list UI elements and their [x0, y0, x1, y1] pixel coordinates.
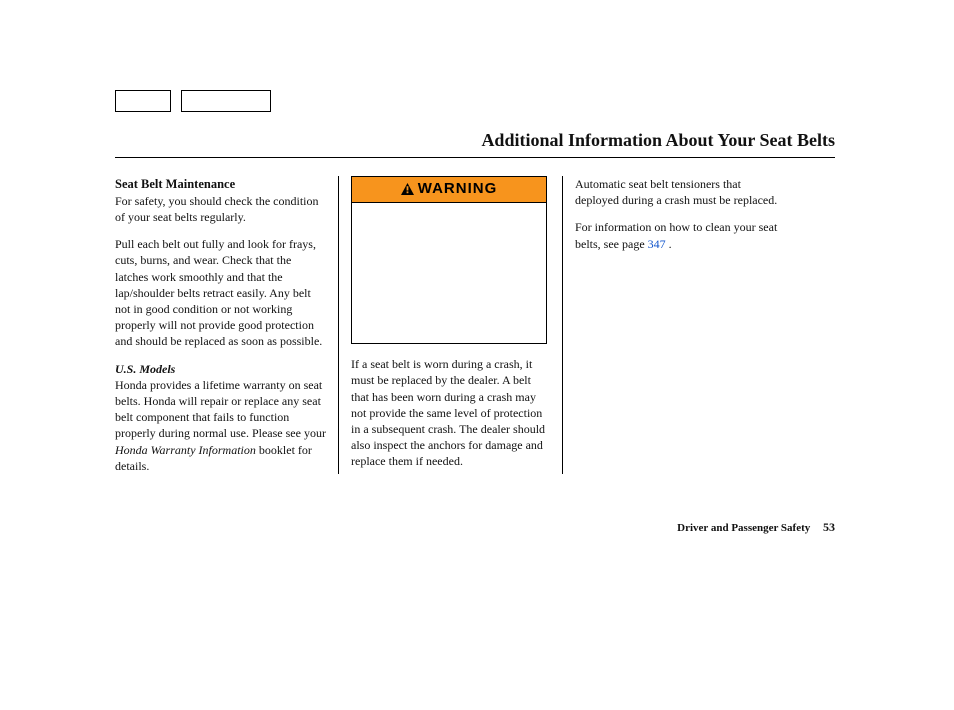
column-3: Automatic seat belt tensioners that depl…: [563, 176, 787, 474]
body-text: For safety, you should check the conditi…: [115, 194, 319, 224]
column-2: WARNING If a seat belt is worn during a …: [339, 176, 563, 474]
warning-label: WARNING: [418, 179, 498, 199]
warning-box: WARNING: [351, 176, 547, 344]
italic-title: Honda Warranty Information: [115, 443, 256, 457]
body-text: Automatic seat belt tensioners that depl…: [575, 176, 787, 208]
section-name: Driver and Passenger Safety: [677, 522, 810, 534]
nav-box-prev[interactable]: [115, 90, 171, 112]
nav-box-row: [115, 90, 835, 112]
nav-box-next[interactable]: [181, 90, 271, 112]
body-text: Pull each belt out fully and look for fr…: [115, 236, 326, 349]
body-text: If a seat belt is worn during a crash, i…: [351, 356, 550, 469]
warning-header: WARNING: [352, 177, 546, 203]
body-text: For information on how to clean your sea…: [575, 219, 787, 251]
page-number: 53: [823, 520, 835, 534]
warning-body: [352, 203, 546, 343]
page-link[interactable]: 347: [648, 237, 666, 251]
page-title: Additional Information About Your Seat B…: [115, 130, 835, 158]
alert-triangle-icon: [401, 183, 414, 195]
column-1: Seat Belt Maintenance For safety, you sh…: [115, 176, 339, 474]
subsection-heading: U.S. Models: [115, 361, 326, 377]
body-text: Honda provides a lifetime warranty on se…: [115, 377, 326, 474]
section-heading: Seat Belt Maintenance: [115, 177, 235, 191]
page-footer: Driver and Passenger Safety 53: [115, 520, 835, 535]
content-columns: Seat Belt Maintenance For safety, you sh…: [115, 176, 835, 474]
